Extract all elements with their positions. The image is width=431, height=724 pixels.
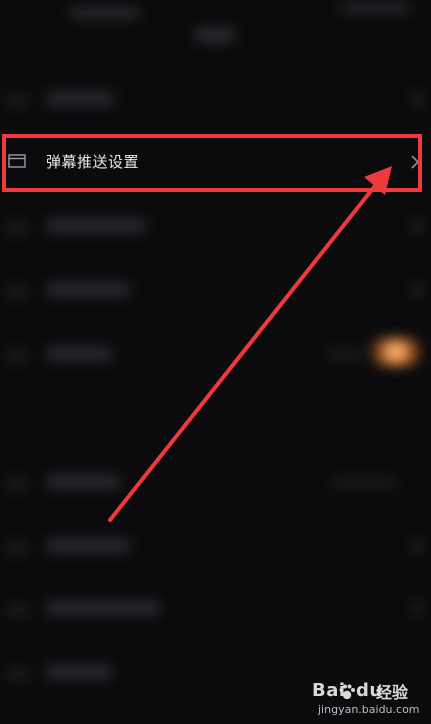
watermark-product: 经验 bbox=[376, 683, 409, 702]
settings-screen: 弹幕推送设置 Bai du 经验 jingyan.baidu.com bbox=[0, 0, 431, 724]
watermark-url: jingyan.baidu.com bbox=[318, 703, 420, 716]
paw-icon bbox=[339, 684, 355, 700]
pointer-arrow bbox=[108, 166, 392, 522]
